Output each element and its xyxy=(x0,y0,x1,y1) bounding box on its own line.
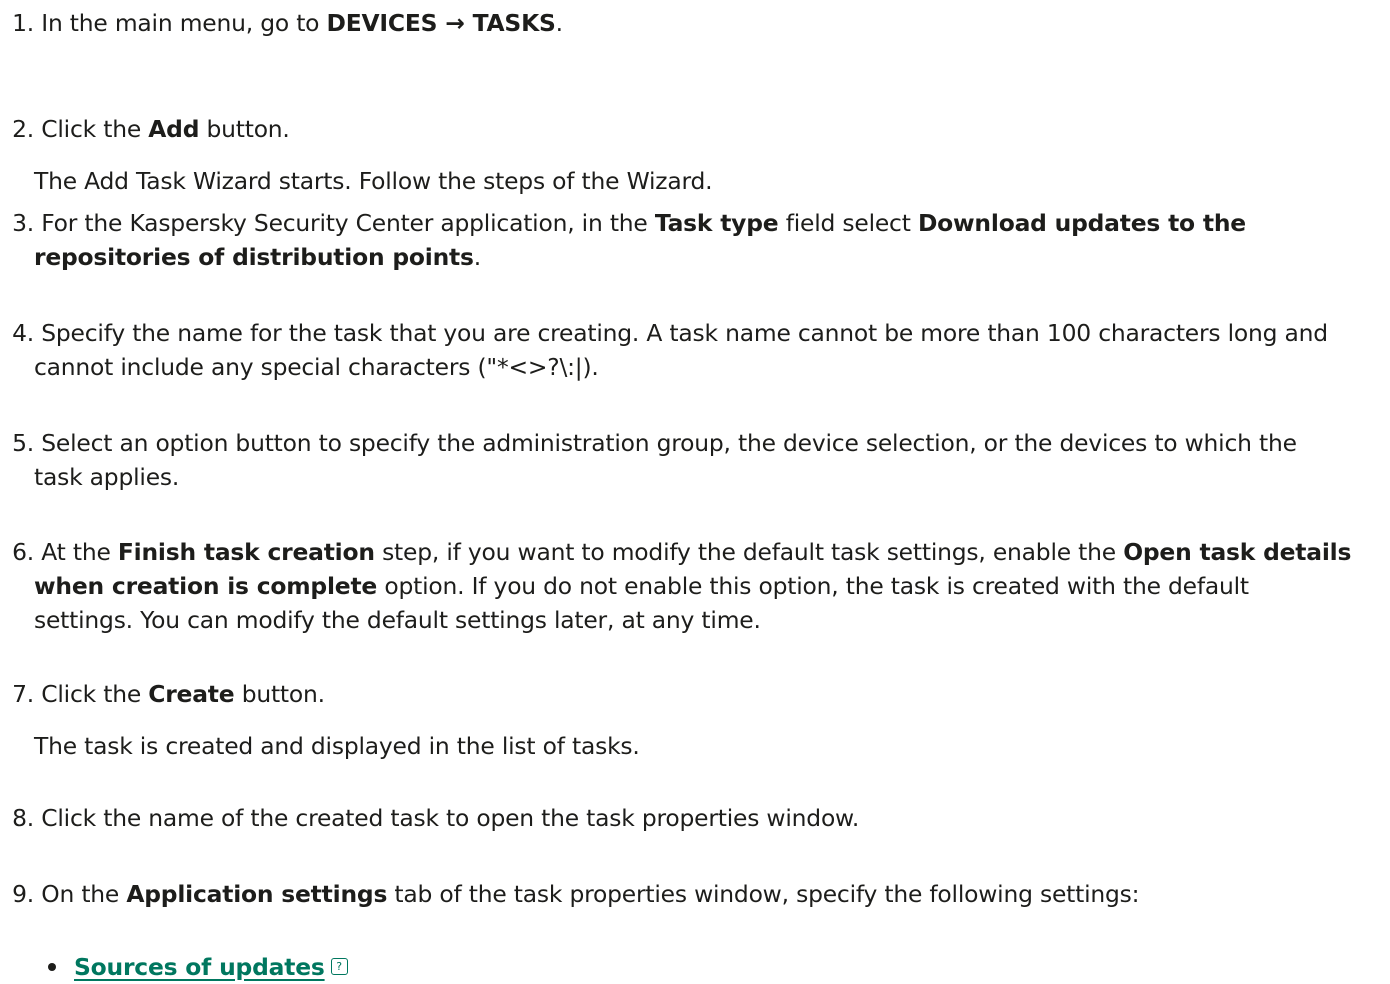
step-number: 7. xyxy=(12,680,34,708)
task-type-value-cont: repositories of distribution points xyxy=(34,243,474,271)
bullet-icon xyxy=(48,962,56,971)
step-text: At the xyxy=(41,538,118,566)
open-details-option-ref: Open task details xyxy=(1123,538,1352,566)
create-button-ref: Create xyxy=(148,680,235,708)
step-text: option. If you do not enable this option… xyxy=(377,572,1249,600)
step-text: Click the xyxy=(41,680,149,708)
step-8: 8. Click the name of the created task to… xyxy=(0,801,1390,835)
step-3: 3. For the Kaspersky Security Center app… xyxy=(0,206,1390,274)
sources-of-updates-link[interactable]: Sources of updates xyxy=(74,953,325,981)
step-text: settings. You can modify the default set… xyxy=(34,606,761,634)
task-type-value: Download updates to the xyxy=(917,209,1246,237)
step-text: cannot include any special characters ("… xyxy=(34,353,599,381)
step-2: 2. Click the Add button. The Add Task Wi… xyxy=(0,112,1390,198)
step-text: Specify the name for the task that you a… xyxy=(41,319,1328,347)
step-text: Click the xyxy=(41,115,149,143)
step-text: Click the name of the created task to op… xyxy=(41,804,860,832)
step-6: 6. At the Finish task creation step, if … xyxy=(0,535,1390,637)
step-text: In the main menu, go to xyxy=(41,9,327,37)
step-note: The Add Task Wizard starts. Follow the s… xyxy=(34,167,713,195)
instruction-steps: 1. In the main menu, go to DEVICES → TAS… xyxy=(0,0,1390,981)
open-details-option-ref-cont: when creation is complete xyxy=(34,572,378,600)
step-number: 5. xyxy=(12,429,34,457)
step-number: 9. xyxy=(12,880,34,908)
step-number: 1. xyxy=(12,9,34,37)
step-1: 1. In the main menu, go to DEVICES → TAS… xyxy=(0,6,1390,40)
step-text: On the xyxy=(41,880,127,908)
step-text: Select an option button to specify the a… xyxy=(41,429,1297,457)
step-number: 2. xyxy=(12,115,34,143)
step-number: 6. xyxy=(12,538,34,566)
step-4: 4. Specify the name for the task that yo… xyxy=(0,316,1390,384)
step-text: . xyxy=(473,243,481,271)
step-text: tab of the task properties window, speci… xyxy=(387,880,1140,908)
step-7: 7. Click the Create button. The task is … xyxy=(0,677,1390,763)
step-note: The task is created and displayed in the… xyxy=(34,732,640,760)
step-number: 3. xyxy=(12,209,34,237)
step-text: field select xyxy=(778,209,918,237)
task-type-ref: Task type xyxy=(654,209,779,237)
step-text: button. xyxy=(199,115,290,143)
finish-step-ref: Finish task creation xyxy=(117,538,375,566)
step-text: . xyxy=(555,9,563,37)
app-settings-tab-ref: Application settings xyxy=(126,880,388,908)
add-button-ref: Add xyxy=(148,115,200,143)
step-number: 8. xyxy=(12,804,34,832)
step-text: For the Kaspersky Security Center applic… xyxy=(41,209,655,237)
step-text: step, if you want to modify the default … xyxy=(374,538,1124,566)
step-text: task applies. xyxy=(34,463,180,491)
step-5: 5. Select an option button to specify th… xyxy=(0,426,1390,494)
settings-list-item: Sources of updates? xyxy=(0,950,348,984)
step-text: button. xyxy=(234,680,325,708)
step-9: 9. On the Application settings tab of th… xyxy=(0,877,1390,911)
help-icon[interactable]: ? xyxy=(330,958,348,975)
step-number: 4. xyxy=(12,319,34,347)
menu-path: DEVICES → TASKS xyxy=(326,9,556,37)
